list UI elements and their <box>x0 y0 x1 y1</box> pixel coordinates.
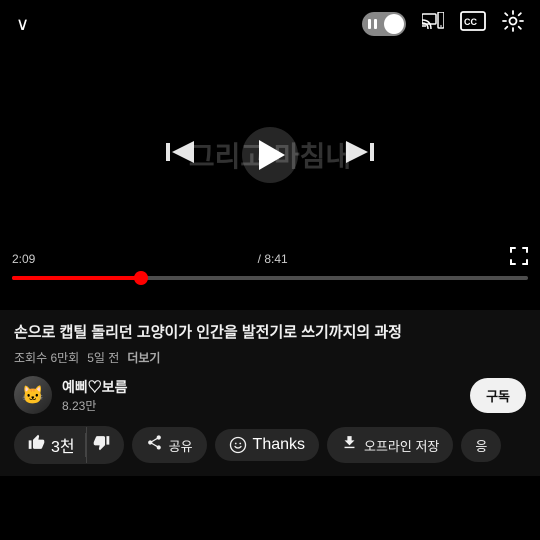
more-link[interactable]: 더보기 <box>127 349 160 366</box>
video-title: 손으로 캡틸 돌리던 고양이가 인간을 발전기로 쓰기까지의 과정 <box>14 322 526 343</box>
total-time-display: / 8:41 <box>258 252 288 266</box>
download-button[interactable]: 오프라인 저장 <box>327 427 453 463</box>
more-button[interactable]: 응 <box>461 429 501 462</box>
more-action-label: 응 <box>475 436 487 455</box>
action-row: 3천 공유 <box>14 426 526 468</box>
download-label: 오프라인 저장 <box>364 436 439 455</box>
prev-button[interactable] <box>166 141 194 169</box>
share-button[interactable]: 공유 <box>132 427 207 463</box>
avatar-image: 🐱 <box>14 376 52 414</box>
progress-dot <box>134 271 148 285</box>
progress-fill <box>12 276 141 280</box>
channel-info: 예삐♡보름 8.23만 <box>62 377 128 414</box>
fullscreen-icon[interactable] <box>510 247 528 270</box>
play-icon <box>259 140 285 170</box>
share-icon <box>146 434 163 456</box>
share-label: 공유 <box>169 436 193 455</box>
player-top-bar: ∨ <box>0 0 540 48</box>
pause-toggle[interactable] <box>362 12 406 36</box>
next-button[interactable] <box>346 141 374 169</box>
avatar[interactable]: 🐱 <box>14 376 52 414</box>
timeline-area: 2:09 / 8:41 <box>0 247 540 280</box>
channel-left: 🐱 예삐♡보름 8.23만 <box>14 376 128 414</box>
channel-row: 🐱 예삐♡보름 8.23만 구독 <box>14 376 526 414</box>
view-count: 조회수 6만회 <box>14 349 79 366</box>
subscriber-count: 8.23만 <box>62 397 128 414</box>
thanks-label: Thanks <box>253 436 305 454</box>
like-dislike-pill: 3천 <box>14 426 124 464</box>
time-ago: 5일 전 <box>87 349 119 366</box>
channel-name[interactable]: 예삐♡보름 <box>62 377 128 397</box>
like-button[interactable]: 3천 <box>14 426 85 464</box>
like-count: 3천 <box>51 433 75 457</box>
playback-controls <box>166 127 374 183</box>
current-time: 2:09 <box>12 252 35 266</box>
settings-icon[interactable] <box>502 10 524 38</box>
thumbs-up-icon <box>28 434 45 456</box>
cc-icon[interactable]: CC <box>460 11 486 37</box>
video-player: ∨ <box>0 0 540 310</box>
thumbs-down-icon <box>93 434 110 456</box>
play-button[interactable] <box>242 127 298 183</box>
thanks-button[interactable]: Thanks <box>215 429 319 461</box>
cast-icon[interactable] <box>422 12 444 36</box>
svg-text:CC: CC <box>464 17 477 27</box>
top-right-controls: CC <box>362 10 524 38</box>
dislike-button[interactable] <box>86 427 124 463</box>
chevron-down-icon[interactable]: ∨ <box>16 14 29 35</box>
pause-icon <box>368 19 377 29</box>
progress-bar[interactable] <box>12 276 528 280</box>
time-display: 2:09 / 8:41 <box>12 247 528 270</box>
video-meta: 조회수 6만회 5일 전 더보기 <box>14 349 526 366</box>
thanks-icon <box>229 436 247 454</box>
info-area: 손으로 캡틸 돌리던 고양이가 인간을 발전기로 쓰기까지의 과정 조회수 6만… <box>0 310 540 476</box>
toggle-dot <box>384 14 404 34</box>
download-icon <box>341 434 358 456</box>
subscribe-button[interactable]: 구독 <box>470 378 526 413</box>
